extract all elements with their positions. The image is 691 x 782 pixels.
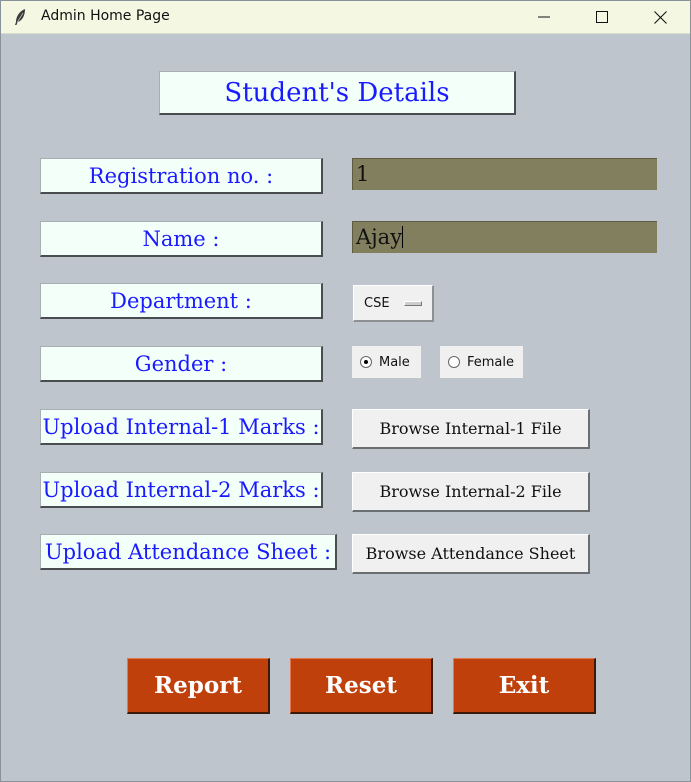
department-selected: CSE <box>364 295 390 311</box>
registration-input[interactable]: 1 <box>352 158 657 190</box>
app-window: Admin Home Page Student's Details Regist… <box>0 0 691 782</box>
page-heading: Student's Details <box>159 71 516 115</box>
minimize-icon <box>538 16 550 18</box>
registration-value: 1 <box>356 162 370 186</box>
gender-radio-male[interactable]: Male <box>352 346 421 378</box>
browse-internal2-button[interactable]: Browse Internal-2 File <box>352 472 590 512</box>
name-value: Ajay <box>356 225 403 249</box>
title-bar[interactable]: Admin Home Page <box>1 1 690 34</box>
internal1-label: Upload Internal-1 Marks : <box>40 409 323 445</box>
feather-icon <box>13 8 27 26</box>
name-input[interactable]: Ajay <box>352 221 657 253</box>
department-select[interactable]: CSE <box>353 285 434 322</box>
browse-internal1-button[interactable]: Browse Internal-1 File <box>352 409 590 449</box>
window-title: Admin Home Page <box>41 8 170 24</box>
minimize-button[interactable] <box>515 1 573 33</box>
report-button[interactable]: Report <box>127 658 270 714</box>
radio-checked-icon <box>360 356 372 368</box>
gender-option-female: Female <box>467 354 515 370</box>
maximize-button[interactable] <box>573 1 631 33</box>
gender-label: Gender : <box>40 346 323 382</box>
close-button[interactable] <box>631 1 689 33</box>
browse-attendance-button[interactable]: Browse Attendance Sheet <box>352 534 590 574</box>
close-icon <box>653 10 667 24</box>
department-label: Department : <box>40 283 323 319</box>
gender-option-male: Male <box>379 354 410 370</box>
dropdown-indicator-icon <box>404 301 422 306</box>
text-cursor <box>402 226 404 248</box>
maximize-icon <box>596 11 608 23</box>
name-label: Name : <box>40 221 323 257</box>
registration-label: Registration no. : <box>40 158 323 194</box>
internal2-label: Upload Internal-2 Marks : <box>40 472 323 508</box>
radio-unchecked-icon <box>448 356 460 368</box>
exit-button[interactable]: Exit <box>453 658 596 714</box>
attendance-label: Upload Attendance Sheet : <box>40 534 337 570</box>
reset-button[interactable]: Reset <box>290 658 433 714</box>
gender-radio-female[interactable]: Female <box>440 346 523 378</box>
